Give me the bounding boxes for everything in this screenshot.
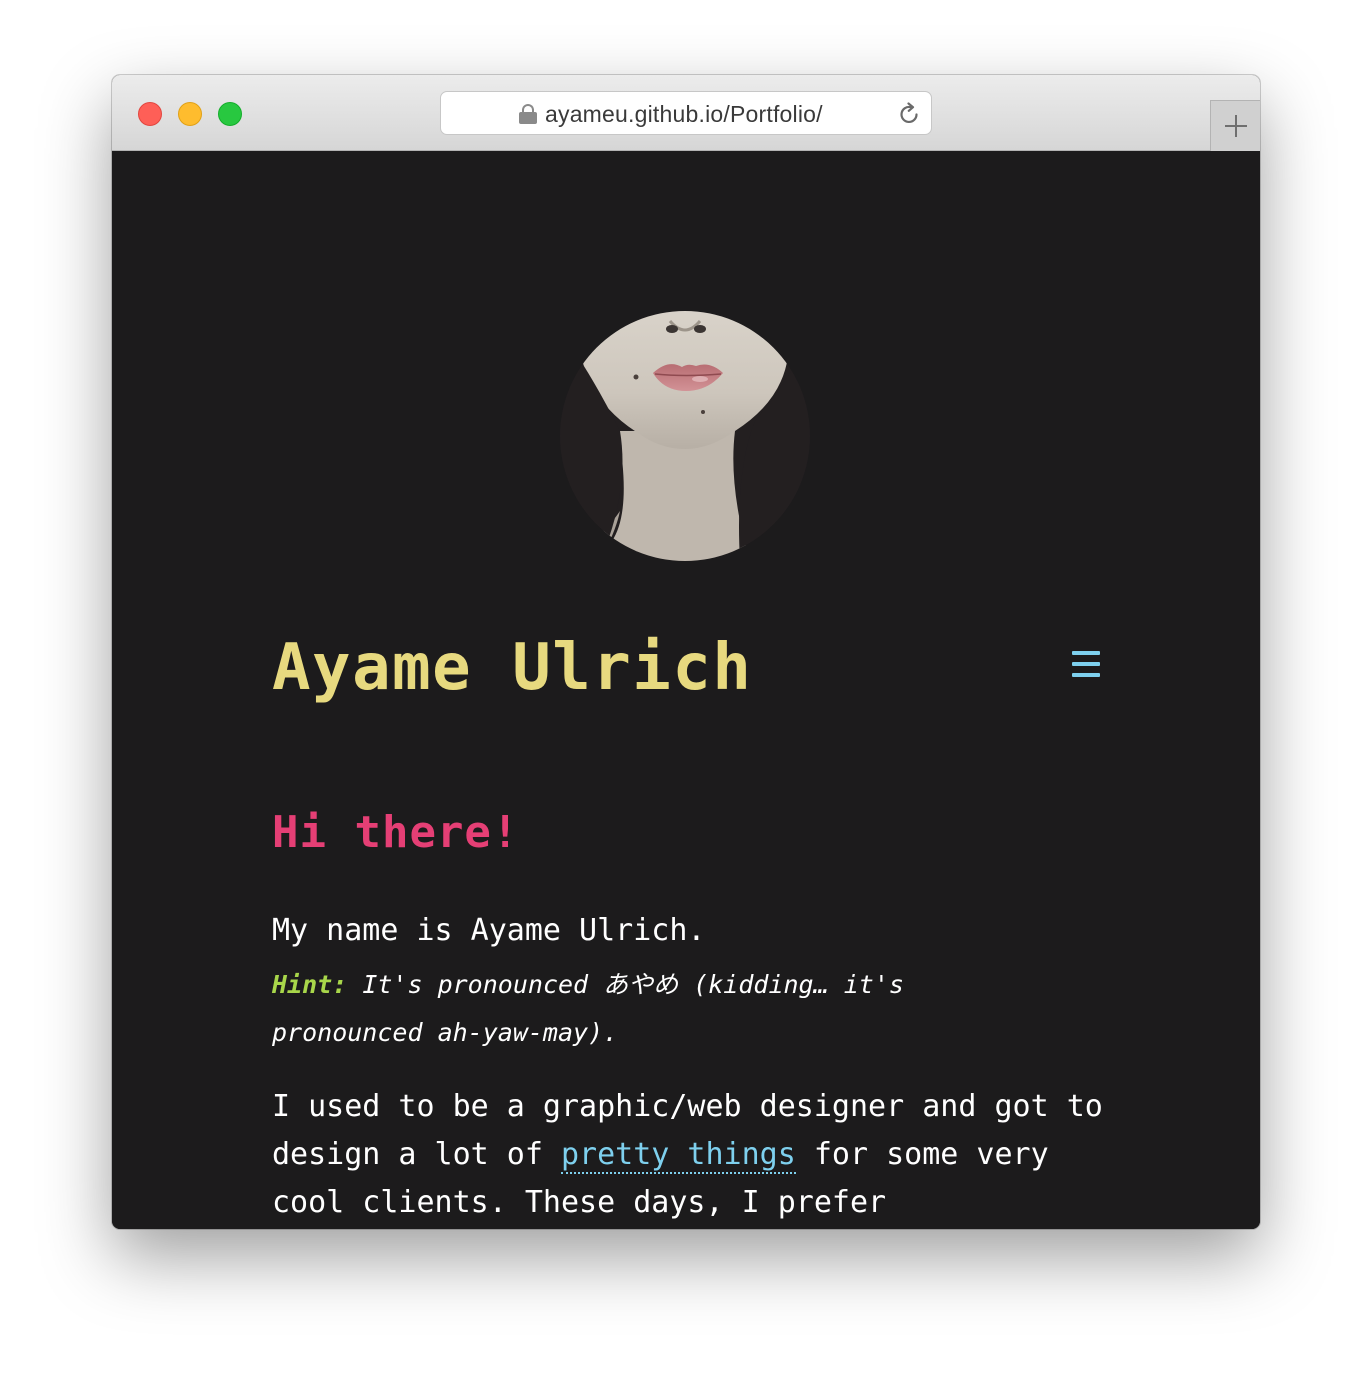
browser-window: ayameu.github.io/Portfolio/ Ayame Ulrich… bbox=[112, 75, 1260, 1229]
maximize-window-button[interactable] bbox=[218, 102, 242, 126]
greeting-heading: Hi there! bbox=[272, 807, 520, 858]
minimize-window-button[interactable] bbox=[178, 102, 202, 126]
close-window-button[interactable] bbox=[138, 102, 162, 126]
plus-icon bbox=[1225, 115, 1247, 137]
hamburger-menu-icon[interactable] bbox=[1072, 651, 1100, 679]
pronunciation-hint: Hint: It's pronounced あやめ (kidding… it's… bbox=[272, 961, 1032, 1057]
reload-icon[interactable] bbox=[897, 102, 921, 126]
address-bar[interactable]: ayameu.github.io/Portfolio/ bbox=[440, 91, 932, 135]
browser-titlebar: ayameu.github.io/Portfolio/ bbox=[112, 75, 1260, 151]
hint-label: Hint: bbox=[272, 970, 348, 999]
lock-icon bbox=[519, 104, 537, 124]
hint-text: It's pronounced あやめ (kidding… it's prono… bbox=[272, 970, 904, 1047]
url-text[interactable]: ayameu.github.io/Portfolio/ bbox=[545, 101, 823, 128]
site-title[interactable]: Ayame Ulrich bbox=[272, 623, 752, 713]
about-paragraph: I used to be a graphic/web designer and … bbox=[272, 1083, 1112, 1227]
intro-text: My name is Ayame Ulrich. bbox=[272, 913, 706, 948]
new-tab-button[interactable] bbox=[1210, 100, 1260, 151]
pretty-things-link[interactable]: pretty things bbox=[560, 1137, 796, 1174]
page-viewport: Ayame Ulrich Hi there! My name is Ayame … bbox=[112, 151, 1260, 1229]
avatar bbox=[560, 311, 810, 561]
